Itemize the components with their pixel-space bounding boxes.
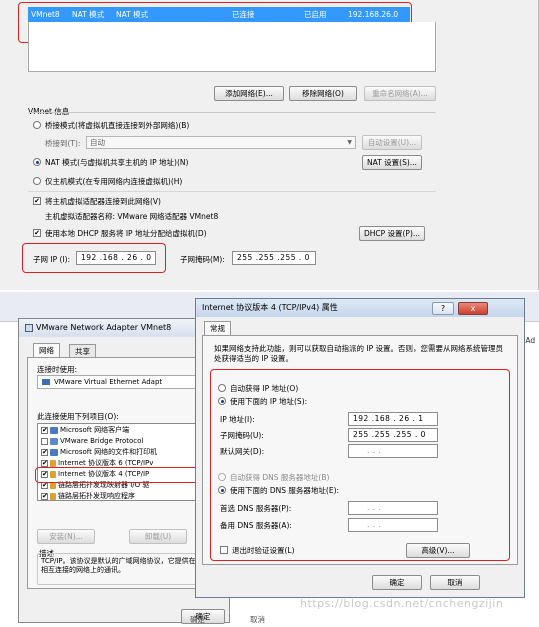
close-button[interactable]: x: [458, 302, 488, 315]
network-list-body: [28, 22, 436, 72]
protocol-icon: [50, 437, 58, 445]
cancel-button[interactable]: 取消: [430, 575, 480, 590]
adapter-title: VMware Network Adapter VMnet8: [36, 323, 172, 332]
uninstall-button[interactable]: 卸载(U): [129, 529, 187, 544]
chevron-down-icon: ▼: [347, 139, 352, 146]
close-icon: x: [470, 304, 476, 313]
rename-network-button[interactable]: 重命名网络(A)...: [364, 86, 436, 101]
use-dhcp-label: 使用本地 DHCP 服务将 IP 地址分配给虚拟机(D): [45, 229, 207, 238]
item-checkbox[interactable]: ✔: [41, 492, 48, 500]
client-icon: [50, 426, 58, 434]
ok-button[interactable]: 确定: [372, 575, 422, 590]
hostonly-radio[interactable]: [33, 177, 41, 185]
item-label: Internet 协议版本 6 (TCP/IPv: [58, 459, 154, 467]
list-item[interactable]: ✔ 链路层拓扑发现响应程序: [41, 491, 135, 501]
list-item[interactable]: ✔ Microsoft 网络的文件和打印机: [41, 447, 157, 457]
hostonly-label: 仅主机模式(在专用网络内连接虚拟机)(H): [45, 177, 183, 186]
help-icon: ?: [440, 304, 446, 313]
host-adapter-name: 主机虚拟适配器名称: VMware 网络适配器 VMnet8: [45, 212, 219, 221]
protocol-icon: [50, 492, 56, 500]
item-label: 链路层拓扑发现响应程序: [58, 492, 135, 500]
subnet-mask-label: 子网掩码(M):: [180, 255, 225, 264]
help-button[interactable]: ?: [432, 302, 454, 315]
ipv4-title: Internet 协议版本 4 (TCP/IPv4) 属性: [202, 303, 338, 312]
virtual-network-editor-panel: VMnet8 NAT 模式 NAT 模式 已连接 已启用 192.168.26.…: [0, 0, 539, 290]
item-label: VMware Bridge Protocol: [60, 437, 144, 445]
tab-network[interactable]: 网络: [33, 343, 60, 357]
item-label: Microsoft 网络的文件和打印机: [60, 448, 158, 456]
watermark: https://blog.csdn.net/cnchengzijin: [300, 597, 504, 610]
ipv4-properties-dialog: Internet 协议版本 4 (TCP/IPv4) 属性 ? x 常规 如果网…: [195, 298, 525, 598]
network-adapter-icon: [25, 323, 33, 332]
description-text: TCP/IP。该协议是默认的广域网络协议，它提供在不同的相互连接的网络上的通讯。: [41, 557, 217, 574]
subnet-mask-field[interactable]: 255 .255 .255 . 0: [232, 251, 316, 265]
list-item[interactable]: ✔ Microsoft 网络客户端: [41, 425, 129, 435]
intro-text: 如果网络支持此功能，则可以获取自动指派的 IP 设置。否则，您需要从网络系统管理…: [214, 344, 504, 363]
tab-sharing[interactable]: 共享: [69, 344, 96, 358]
bridged-to-value: 自动: [90, 138, 105, 147]
bg-cancel-fragment: 取消: [250, 615, 265, 624]
connect-host-adapter-checkbox[interactable]: ✔: [33, 197, 41, 205]
bridged-label: 桥接模式(将虚拟机直接连接到外部网络)(B): [45, 121, 190, 130]
nat-radio[interactable]: [33, 158, 41, 166]
bottom-screenshot: ork Ad VMware Network Adapter VMnet8 网络 …: [0, 292, 539, 627]
list-item[interactable]: VMware Bridge Protocol: [41, 436, 143, 446]
nat-label: NAT 模式(与虚拟机共享主机的 IP 地址)(N): [45, 158, 189, 167]
tab-general[interactable]: 常规: [204, 321, 231, 335]
auto-settings-button[interactable]: 自动设置(U)...: [362, 135, 422, 150]
service-icon: [50, 448, 58, 456]
dhcp-settings-button[interactable]: DHCP 设置(P)...: [359, 226, 425, 241]
bridged-to-label: 桥接到(T):: [45, 139, 81, 148]
connect-using-label: 连接时使用:: [37, 365, 78, 374]
highlight-subnet-ip: [22, 243, 166, 273]
items-label: 此连接使用下列项目(O):: [37, 412, 119, 421]
item-checkbox[interactable]: ✔: [41, 426, 48, 434]
remove-network-button[interactable]: 移除网络(O): [289, 86, 357, 101]
bg-ok-fragment: 确定: [190, 615, 205, 624]
item-checkbox[interactable]: ✔: [41, 459, 48, 467]
add-network-button[interactable]: 添加网络(E)...: [214, 86, 284, 101]
item-label: Microsoft 网络客户端: [60, 426, 130, 434]
adapter-name: VMware Virtual Ethernet Adapt: [54, 378, 163, 386]
network-card-icon: [42, 379, 50, 385]
use-dhcp-checkbox[interactable]: ✔: [33, 229, 41, 237]
bridged-radio[interactable]: [33, 121, 41, 129]
install-button[interactable]: 安装(N)...: [37, 529, 95, 544]
item-checkbox[interactable]: [41, 437, 48, 445]
bridged-to-combo[interactable]: 自动 ▼: [86, 136, 356, 149]
connect-host-adapter-label: 将主机虚拟适配器连接到此网络(V): [45, 197, 161, 206]
nat-settings-button[interactable]: NAT 设置(S)...: [362, 155, 422, 170]
separator: [28, 191, 436, 192]
protocol-icon: [50, 459, 56, 467]
highlight-ip-settings: [210, 369, 510, 561]
item-checkbox[interactable]: ✔: [41, 448, 48, 456]
